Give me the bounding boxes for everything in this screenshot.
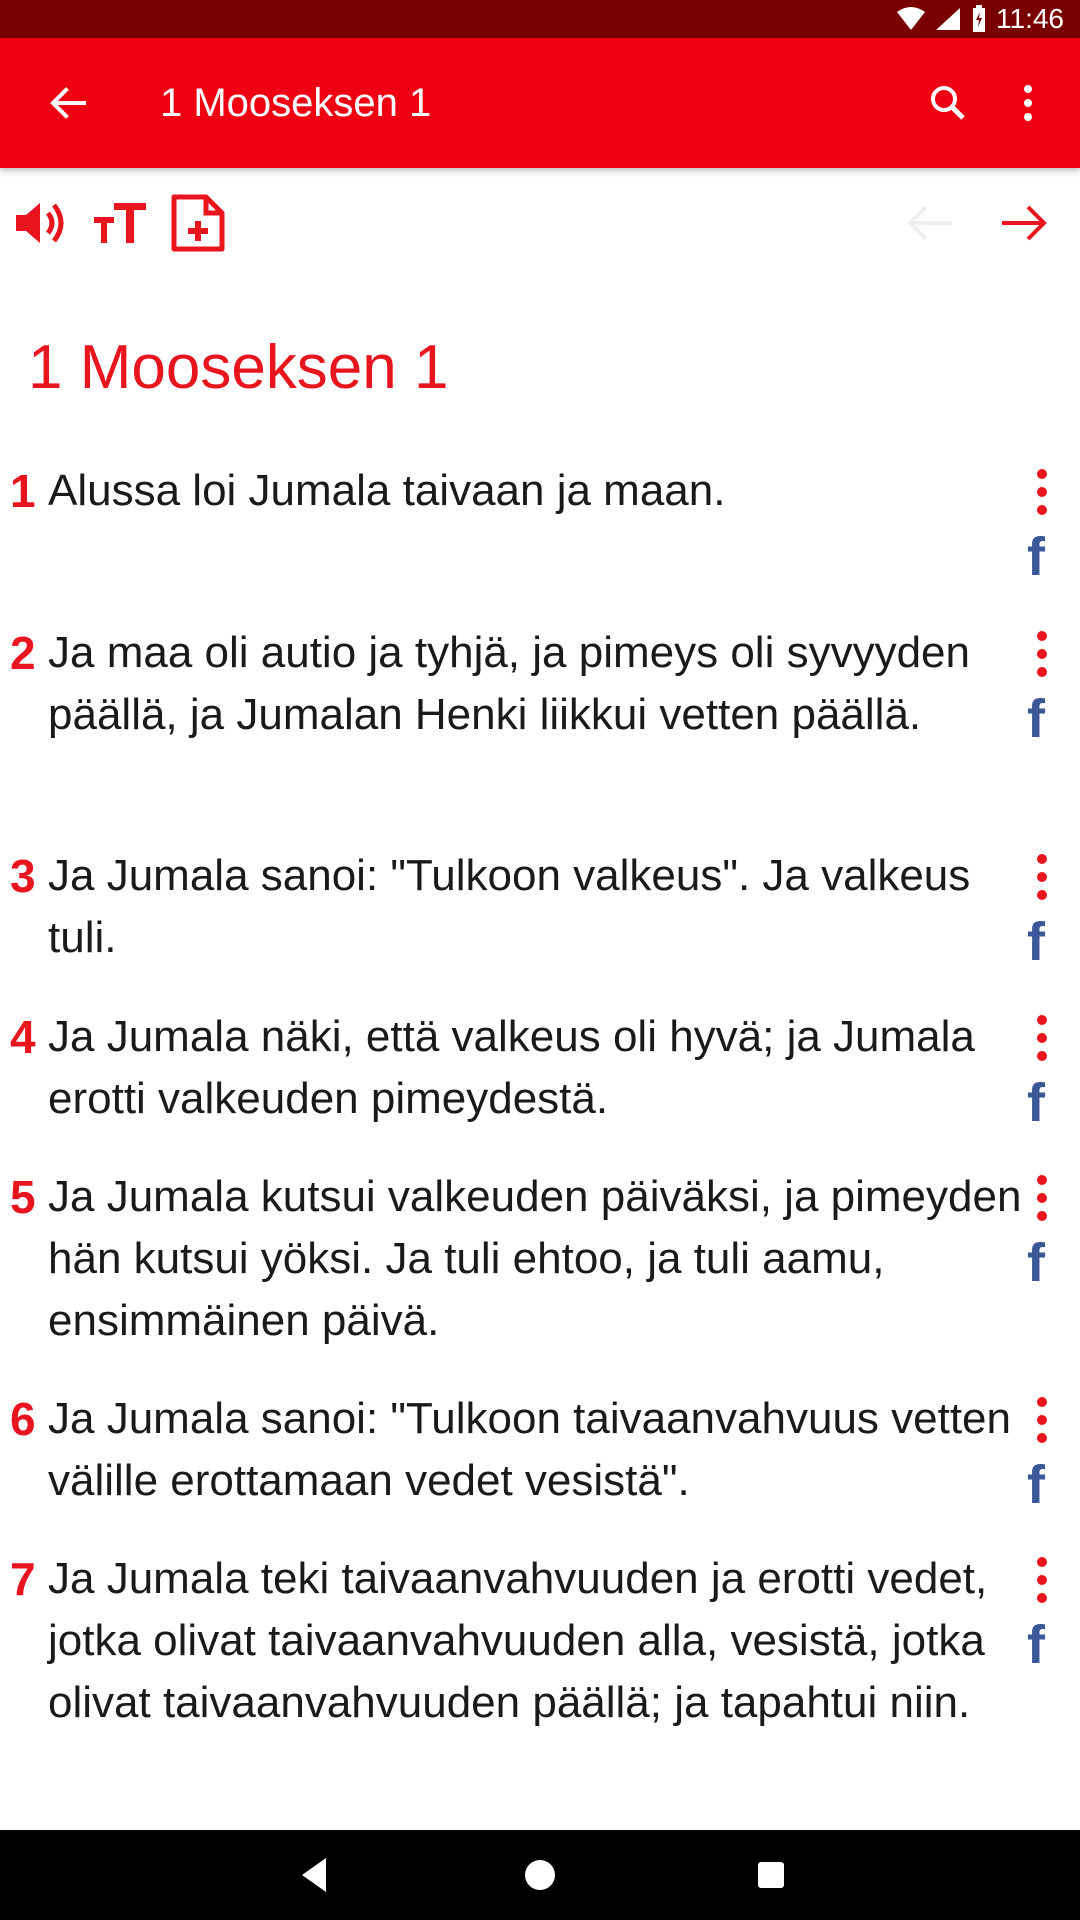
- status-time: 11:46: [996, 3, 1064, 34]
- verse-text[interactable]: Alussa loi Jumala taivaan ja maan.: [48, 460, 1023, 522]
- more-vert-icon[interactable]: [1032, 851, 1052, 903]
- signal-icon: [936, 8, 960, 30]
- verse-text[interactable]: Ja Jumala teki taivaanvahvuuden ja erott…: [48, 1548, 1023, 1734]
- volume-icon[interactable]: [10, 193, 70, 253]
- verse-number: 4: [10, 1011, 36, 1063]
- more-vert-icon[interactable]: [1032, 1172, 1052, 1224]
- nav-home-icon[interactable]: [517, 1852, 563, 1898]
- nav-recents-icon[interactable]: [748, 1852, 794, 1898]
- verse-number: 6: [10, 1393, 36, 1445]
- app-bar-title: 1 Mooseksen 1: [160, 81, 432, 125]
- chapter-title: 1 Mooseksen 1: [28, 333, 449, 402]
- more-vert-icon[interactable]: [1032, 466, 1052, 518]
- nav-back-icon[interactable]: [292, 1852, 338, 1898]
- text-size-icon[interactable]: [90, 193, 150, 253]
- arrow-left-icon[interactable]: [900, 193, 960, 253]
- facebook-share-icon[interactable]: f: [1027, 1618, 1045, 1672]
- facebook-share-icon[interactable]: f: [1027, 915, 1045, 969]
- verse-text[interactable]: Ja Jumala näki, että valkeus oli hyvä; j…: [48, 1006, 1023, 1130]
- status-icons: 11:46: [896, 0, 1064, 38]
- facebook-share-icon[interactable]: f: [1027, 530, 1045, 584]
- verse-number: 1: [10, 465, 36, 517]
- status-bar: 11:46: [0, 0, 1080, 38]
- battery-icon: [973, 5, 985, 32]
- add-note-icon[interactable]: [168, 193, 228, 253]
- verse-number: 5: [10, 1171, 36, 1223]
- facebook-share-icon[interactable]: f: [1027, 692, 1045, 746]
- verse-text[interactable]: Ja Jumala kutsui valkeuden päiväksi, ja …: [48, 1166, 1023, 1352]
- verse-text[interactable]: Ja Jumala sanoi: "Tulkoon valkeus". Ja v…: [48, 845, 1023, 969]
- verse-number: 7: [10, 1553, 36, 1605]
- more-vert-icon[interactable]: [1000, 75, 1056, 131]
- app-bar: 1 Mooseksen 1: [0, 38, 1080, 168]
- verse-text[interactable]: Ja maa oli autio ja tyhjä, ja pimeys oli…: [48, 622, 1023, 746]
- search-icon[interactable]: [920, 75, 976, 131]
- verse-number: 2: [10, 627, 36, 679]
- wifi-icon: [897, 7, 925, 30]
- system-nav-bar: [0, 1830, 1080, 1920]
- more-vert-icon[interactable]: [1032, 1012, 1052, 1064]
- verse-number: 3: [10, 850, 36, 902]
- reader-toolbar: [0, 168, 1080, 278]
- more-vert-icon[interactable]: [1032, 1554, 1052, 1606]
- facebook-share-icon[interactable]: f: [1027, 1458, 1045, 1512]
- verse-text[interactable]: Ja Jumala sanoi: "Tulkoon taivaanvahvuus…: [48, 1388, 1023, 1512]
- arrow-right-icon[interactable]: [994, 193, 1054, 253]
- arrow-back-icon[interactable]: [40, 75, 96, 131]
- more-vert-icon[interactable]: [1032, 628, 1052, 680]
- facebook-share-icon[interactable]: f: [1027, 1076, 1045, 1130]
- chapter-content[interactable]: 1 Mooseksen 1 1 Alussa loi Jumala taivaa…: [0, 300, 1080, 1830]
- more-vert-icon[interactable]: [1032, 1394, 1052, 1446]
- facebook-share-icon[interactable]: f: [1027, 1236, 1045, 1290]
